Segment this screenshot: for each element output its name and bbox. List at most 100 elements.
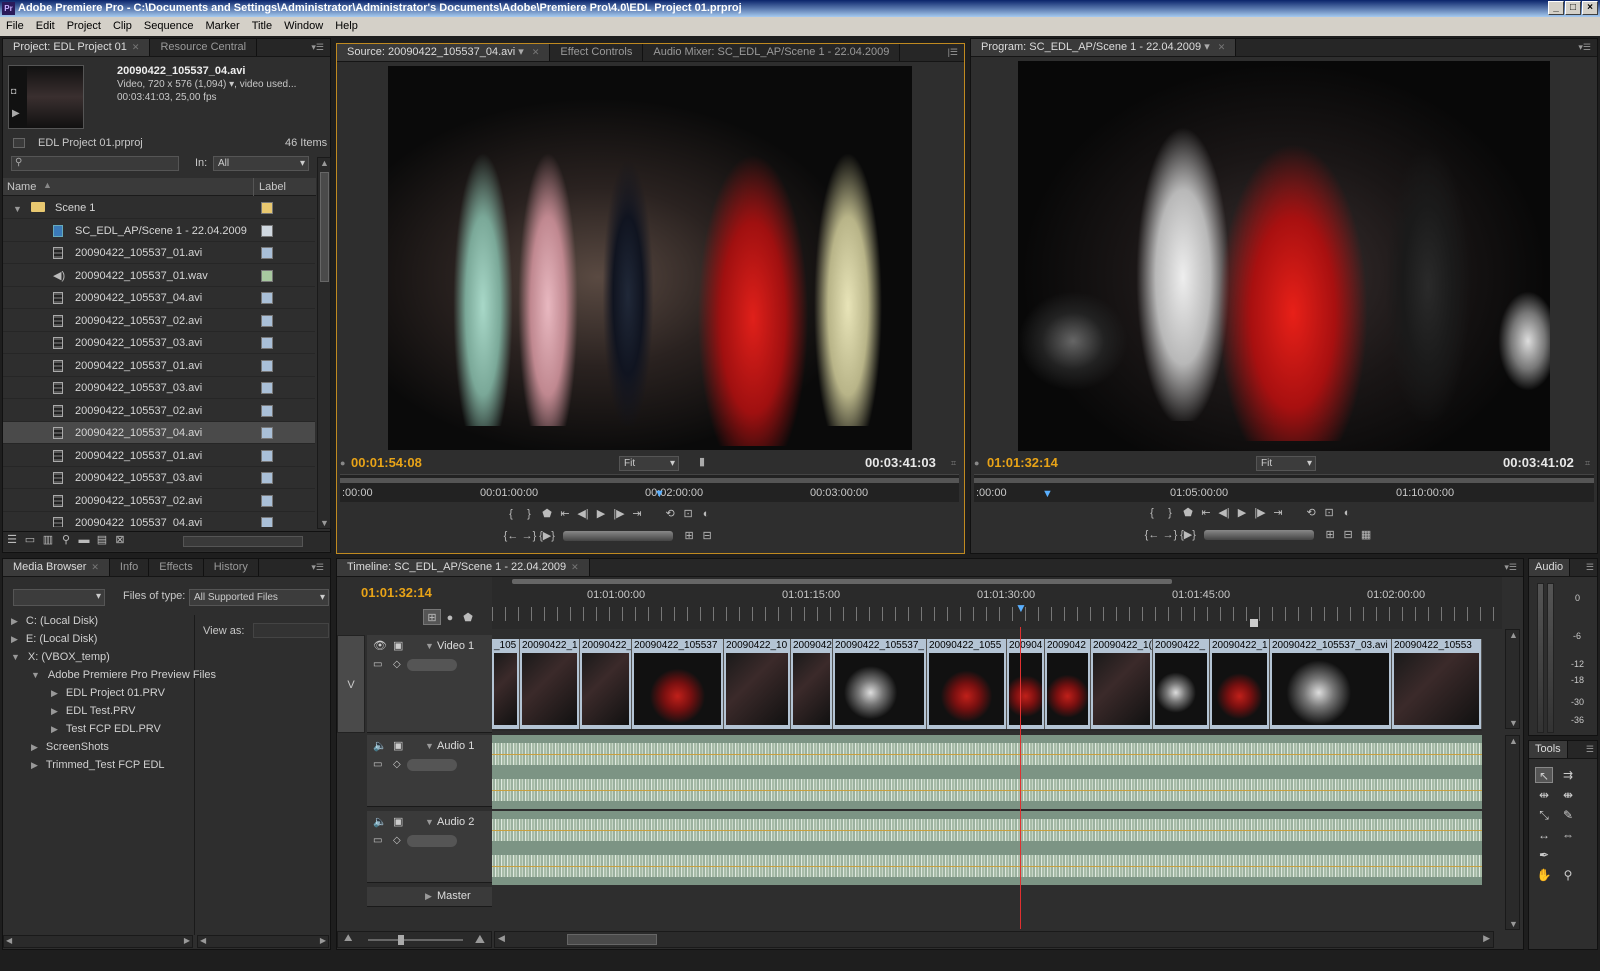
automate-icon[interactable]: ▥ bbox=[39, 532, 57, 548]
label-swatch[interactable] bbox=[261, 517, 273, 527]
display-style-icon[interactable]: ▭ bbox=[373, 835, 382, 846]
tab-media-browser[interactable]: Media Browser ✕ bbox=[3, 559, 110, 576]
tree-item[interactable]: ▼ Adobe Premiere Pro Preview Files bbox=[31, 669, 216, 681]
timeline-clip[interactable]: 200904 bbox=[1007, 639, 1045, 729]
goto-next-edit-icon[interactable]: ⇥ bbox=[1269, 505, 1287, 521]
expand-icon[interactable]: ▶ bbox=[31, 760, 38, 770]
keyframe-icon[interactable]: ◇ bbox=[393, 659, 401, 670]
dropdown-icon[interactable]: ▾ bbox=[518, 46, 524, 58]
shuttle-left-icon[interactable]: →} bbox=[1161, 527, 1179, 543]
audio-vscrollbar[interactable]: ▲ ▼ bbox=[1505, 735, 1520, 930]
keyframe-nav[interactable] bbox=[407, 835, 457, 847]
project-item[interactable]: 20090422_105537_04.avi bbox=[3, 422, 315, 444]
source-patch-v[interactable]: V bbox=[337, 635, 365, 733]
trim-icon[interactable]: ▦ bbox=[1357, 527, 1375, 543]
project-item[interactable]: 20090422_105537_02.avi bbox=[3, 400, 315, 422]
timeline-clip[interactable]: 20090422_105537_03.avi bbox=[1270, 639, 1392, 729]
tree-item[interactable]: ▶ Trimmed_Test FCP EDL bbox=[31, 759, 165, 771]
rate-stretch-tool-icon[interactable]: ⤡ bbox=[1535, 807, 1553, 823]
overlay-icon[interactable]: ⊟ bbox=[698, 528, 716, 544]
new-bin-icon[interactable]: ▬ bbox=[75, 532, 93, 548]
scroll-thumb[interactable] bbox=[320, 172, 329, 282]
goto-prev-edit-icon[interactable]: ⇤ bbox=[1197, 505, 1215, 521]
lift-icon[interactable]: ⊞ bbox=[1321, 527, 1339, 543]
ripple-edit-tool-icon[interactable]: ⇹ bbox=[1535, 787, 1553, 803]
menu-file[interactable]: File bbox=[0, 17, 30, 35]
rolling-edit-tool-icon[interactable]: ⇼ bbox=[1559, 787, 1577, 803]
expand-icon[interactable]: ▶ bbox=[11, 616, 18, 626]
audio2-waveform[interactable] bbox=[492, 811, 1482, 885]
speaker-icon[interactable]: 🔈 bbox=[373, 739, 387, 752]
collapse-icon[interactable]: ▼ bbox=[11, 652, 20, 662]
project-item[interactable]: 20090422_105537_02.avi bbox=[3, 490, 315, 512]
program-playhead[interactable]: ▼ bbox=[1042, 488, 1053, 500]
set-marker-icon[interactable]: ⬟ bbox=[459, 610, 477, 626]
jog-shuttle-slider[interactable] bbox=[1204, 530, 1315, 541]
pen-tool-icon[interactable]: ✒ bbox=[1535, 847, 1553, 863]
display-style-icon[interactable]: ▭ bbox=[373, 759, 382, 770]
menu-edit[interactable]: Edit bbox=[30, 17, 61, 35]
tab-resource-central[interactable]: Resource Central bbox=[150, 39, 258, 56]
audio1-waveform[interactable] bbox=[492, 735, 1482, 809]
zoom-bar[interactable] bbox=[512, 579, 1172, 584]
timeline-clip[interactable]: 2009042 bbox=[791, 639, 833, 729]
close-icon[interactable]: ✕ bbox=[1218, 42, 1226, 52]
timeline-clip[interactable]: 20090422_ bbox=[1153, 639, 1210, 729]
timeline-playhead-head[interactable]: ▼ bbox=[1015, 601, 1027, 615]
play-around-icon[interactable]: {▶} bbox=[1179, 527, 1197, 543]
expand-icon[interactable]: ▶ bbox=[11, 634, 18, 644]
files-of-type-select[interactable]: All Supported Files bbox=[189, 589, 329, 606]
col-name[interactable]: Name bbox=[7, 181, 36, 193]
label-swatch[interactable] bbox=[261, 314, 273, 327]
project-item[interactable]: 20090422_105537_01.avi bbox=[3, 445, 315, 467]
label-swatch[interactable] bbox=[261, 269, 273, 282]
zoom-in-icon[interactable]: ⛰ bbox=[475, 932, 485, 947]
play-icon[interactable]: ▶ bbox=[1233, 505, 1251, 521]
close-button[interactable]: × bbox=[1582, 1, 1598, 15]
timeline-current-timecode[interactable]: 01:01:32:14 bbox=[361, 585, 432, 600]
drag-video-icon[interactable]: ▮ bbox=[699, 455, 705, 468]
tab-tools[interactable]: Tools bbox=[1529, 741, 1568, 758]
keyframe-icon[interactable]: ◇ bbox=[393, 835, 401, 846]
project-scrollbar[interactable]: ▲ ▼ bbox=[317, 157, 331, 529]
work-area-marker[interactable] bbox=[1250, 619, 1258, 627]
tab-audio[interactable]: Audio bbox=[1529, 559, 1571, 576]
timeline-clip[interactable]: 20090422_1 bbox=[1210, 639, 1270, 729]
output-icon[interactable]: ◐ bbox=[1338, 505, 1356, 521]
expand-icon[interactable]: ▶ bbox=[31, 742, 38, 752]
jog-shuttle-slider[interactable] bbox=[563, 531, 674, 542]
tab-effects[interactable]: Effects bbox=[149, 559, 204, 576]
insert-icon[interactable]: ⊞ bbox=[680, 528, 698, 544]
timeline-clip[interactable]: 20090422_1( bbox=[1091, 639, 1153, 729]
close-icon[interactable]: ✕ bbox=[571, 562, 579, 572]
tree-item[interactable]: ▶ C: (Local Disk) bbox=[11, 615, 98, 627]
label-swatch[interactable] bbox=[261, 449, 273, 462]
tree-item[interactable]: ▶ ScreenShots bbox=[31, 741, 109, 753]
panel-menu-icon[interactable]: ▾☰ bbox=[1504, 562, 1517, 573]
video-vscrollbar[interactable]: ▲ ▼ bbox=[1505, 629, 1520, 729]
safe-margins-icon[interactable]: ⊡ bbox=[1320, 505, 1338, 521]
panel-menu-icon[interactable]: |☰ bbox=[948, 47, 958, 58]
menu-title[interactable]: Title bbox=[246, 17, 278, 35]
close-icon[interactable]: ✕ bbox=[91, 562, 99, 572]
razor-tool-icon[interactable]: ✎ bbox=[1559, 807, 1577, 823]
panel-menu-icon[interactable]: ☰ bbox=[1586, 562, 1594, 573]
label-swatch[interactable] bbox=[261, 494, 273, 507]
menu-clip[interactable]: Clip bbox=[107, 17, 138, 35]
panel-menu-icon[interactable]: ▾☰ bbox=[311, 562, 324, 573]
source-playhead[interactable]: ▼ bbox=[654, 488, 665, 500]
tab-source[interactable]: Source: 20090422_105537_04.avi ▾ ✕ bbox=[337, 44, 551, 61]
timeline-clip[interactable]: 20090422_1055 bbox=[927, 639, 1007, 729]
selection-tool-icon[interactable]: ↖ bbox=[1535, 767, 1553, 783]
label-swatch[interactable] bbox=[261, 224, 273, 237]
mark-in-icon[interactable]: { bbox=[1143, 505, 1161, 521]
goto-out-icon[interactable]: ⇥ bbox=[628, 506, 646, 522]
output-icon[interactable]: ◐ bbox=[697, 506, 715, 522]
panel-menu-icon[interactable]: ▾☰ bbox=[311, 42, 324, 53]
timeline-clip[interactable]: 20090422_10553 bbox=[1392, 639, 1482, 729]
close-icon[interactable]: ✕ bbox=[532, 47, 540, 57]
tree-item[interactable]: ▶ EDL Project 01.PRV bbox=[51, 687, 165, 699]
menu-window[interactable]: Window bbox=[278, 17, 329, 35]
in-filter-select[interactable]: All bbox=[213, 156, 309, 171]
expand-track-icon[interactable]: ▶ bbox=[425, 891, 432, 902]
